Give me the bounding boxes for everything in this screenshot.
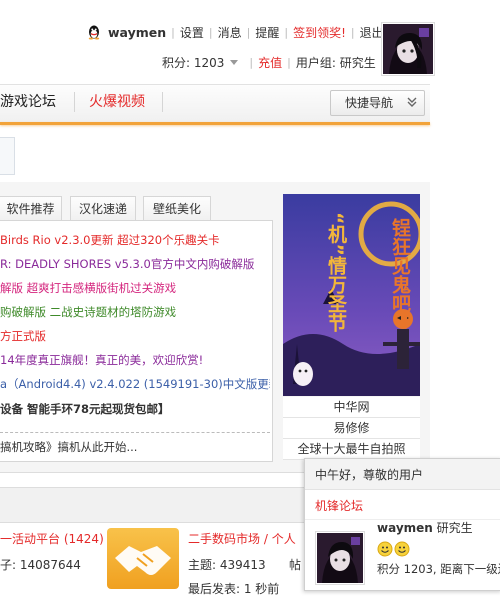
nav-accent-line [0, 122, 430, 125]
popup-user-line: waymen 研究生 [377, 519, 473, 536]
smiley-icons [377, 541, 411, 560]
nav-game-forum[interactable]: 游戏论坛 [0, 92, 56, 112]
usergroup-text: 用户组: 研究生 [295, 55, 376, 70]
side-link-yixiuxiu[interactable]: 易修修 [283, 418, 420, 439]
messages-link[interactable]: 消息 [218, 24, 242, 41]
reminders-link[interactable]: 提醒 [255, 24, 279, 41]
chevron-down-icon[interactable] [230, 59, 239, 65]
news-item-8[interactable]: 设备 智能手环78元起现货包邮】 [0, 401, 270, 417]
news-item-2[interactable]: R: DEADLY SHORES v5.3.0官方中文内购破解版 [0, 256, 270, 272]
secondhand-market-link[interactable]: 二手数码市场 [188, 532, 260, 546]
double-chevron-down-icon [407, 97, 417, 107]
dashed-divider [0, 432, 270, 433]
news-item-1[interactable]: Birds Rio v2.3.0更新 超过320个乐趣关卡 [0, 232, 270, 248]
forum-col1-title: 一活动平台 (1424) [0, 530, 104, 548]
search-box-edge[interactable] [0, 137, 15, 175]
tab-localization[interactable]: 汉化速递 [70, 196, 136, 221]
popup-forum-link[interactable]: 机锋论坛 [315, 497, 363, 514]
qq-penguin-icon [88, 25, 100, 40]
news-item-5[interactable]: 方正式版 [0, 328, 270, 344]
side-link-selfie[interactable]: 全球十大最牛自拍照 [283, 439, 420, 460]
forum-col2-last-post: 最后发表: 1 秒前 [188, 582, 280, 596]
tab-wallpaper[interactable]: 壁纸美化 [143, 196, 211, 221]
news-item-7[interactable]: a（Android4.4) v2.4.022 (1549191-30)中文版更新 [0, 376, 270, 392]
username-link[interactable]: waymen [108, 25, 166, 40]
checkin-reward-link[interactable]: 签到领奖! [293, 24, 346, 41]
forum-col2-title: 二手数码市场 / 个人 [188, 532, 296, 546]
user-greeting-popup: 中午好，尊敬的用户 机锋论坛 waymen 研究生 积分 1203, 距离下一级… [304, 458, 500, 591]
recharge-link[interactable]: 充值 [258, 54, 282, 71]
smiley-icon [377, 541, 410, 557]
user-stats-row: 积分: 1203 | 充值 | 用户组: 研究生 [162, 54, 376, 71]
popup-avatar[interactable] [315, 531, 365, 585]
halloween-poster[interactable]: “机”情万圣节 锃狂见鬼吧！ [283, 194, 420, 396]
handshake-icon[interactable] [107, 528, 179, 589]
nav-hot-video[interactable]: 火爆视频 [89, 92, 145, 112]
news-item-3[interactable]: 解版 超爽打击感横版街机过关游戏 [0, 280, 270, 296]
side-link-zhonghua[interactable]: 中华网 [283, 397, 420, 418]
poster-text-left: “机”情万圣节 [325, 212, 347, 332]
forum-col2-subjects: 主题: 439413 [188, 558, 266, 572]
quick-nav-button[interactable]: 快捷导航 [330, 90, 425, 116]
personal-link[interactable]: 个人 [272, 532, 296, 546]
news-item-4[interactable]: 购破解版 二战史诗题材的塔防游戏 [0, 304, 270, 320]
avatar-image [383, 24, 433, 74]
popup-points-text: 积分 1203, 距离下一级还 [377, 562, 500, 576]
popup-username[interactable]: waymen [377, 521, 433, 535]
forum-col1-posts: 子: 14087644 [0, 558, 81, 572]
news-item-9[interactable]: 搞机攻略》搞机从此开始... [0, 439, 270, 455]
points-link[interactable]: 积分: 1203 [162, 54, 224, 71]
greeting-text: 中午好，尊敬的用户 [315, 468, 424, 482]
poster-text-right: 锃狂见鬼吧！ [389, 218, 411, 332]
forum-col2-side: 帖 [289, 558, 302, 572]
quick-nav-label: 快捷导航 [345, 96, 394, 110]
settings-link[interactable]: 设置 [180, 24, 204, 41]
popup-usergroup: 研究生 [436, 521, 473, 535]
tab-software-recommend[interactable]: 软件推荐 [0, 196, 62, 221]
avatar[interactable] [381, 22, 435, 76]
forum-activity-count: (1424) [63, 532, 104, 546]
news-item-6[interactable]: 14年度真正旗舰！真正的美，欢迎欣赏! [0, 352, 270, 368]
forum-activity-link[interactable]: 一活动平台 [0, 532, 60, 546]
user-bar: waymen | 设置 | 消息 | 提醒 | 签到领奖! | 退出 [86, 22, 384, 42]
